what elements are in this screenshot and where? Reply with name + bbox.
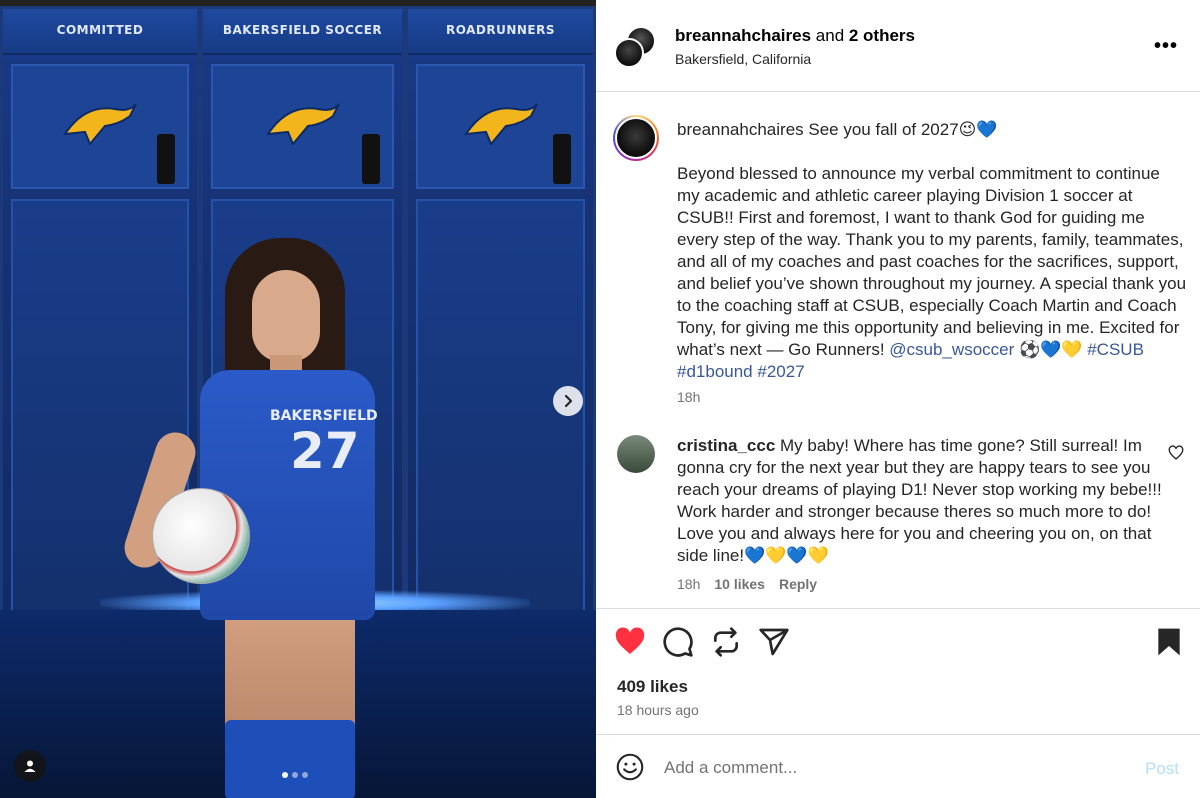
roadrunner-logo-icon [463,103,538,146]
like-heart-icon[interactable] [614,626,646,658]
comment-username[interactable]: cristina_ccc [677,436,775,455]
emoji-icon[interactable] [616,753,644,781]
share-icon[interactable] [758,626,790,658]
post-comment-button[interactable]: Post [1145,759,1179,779]
locker-title-committed: COMMITTED [56,23,144,37]
more-icon: ••• [1154,35,1179,57]
tagged-users-button[interactable] [14,750,46,782]
comment-meta: 18h 10 likes Reply [677,576,817,592]
reply-button[interactable]: Reply [779,576,817,592]
player-socks [225,720,355,798]
comment-input[interactable] [664,753,1114,783]
carousel-dot [292,772,298,778]
locker-keypad [157,134,175,184]
locker-keypad [362,134,380,184]
caption-first-line: See you fall of 2027😉💙 [803,120,998,139]
comment-timestamp[interactable]: 18h [677,576,700,592]
repost-icon[interactable] [710,626,742,658]
post-header: breannahchaires and 2 others Bakersfield… [596,0,1200,92]
chevron-right-icon [564,394,573,408]
comment-body: My baby! Where has time gone? Still surr… [677,436,1162,565]
player-face [252,270,320,362]
locker-title-roadrunners: ROADRUNNERS [445,23,556,37]
carousel-dot [282,772,288,778]
caption: breannahchaires See you fall of 2027😉💙 B… [677,119,1187,383]
add-comment-bar: Post [596,734,1200,798]
comment-icon[interactable] [662,626,694,658]
header-authors: breannahchaires and 2 others [675,26,915,46]
save-bookmark-icon[interactable] [1153,626,1185,658]
mention-link[interactable]: @csub_wsoccer [889,340,1014,359]
hashtag-link[interactable]: #CSUB [1087,340,1144,359]
locker-title-bakersfield-soccer: BAKERSFIELD SOCCER [222,23,383,37]
post-photo[interactable]: COMMITTED BAKERSFIELD SOCCER ROADRUNNERS [0,0,596,798]
comments-section[interactable]: breannahchaires See you fall of 2027😉💙 B… [596,93,1200,608]
header-and-text: and [811,26,849,45]
soccer-ball [152,488,250,584]
hashtag-link[interactable]: #2027 [757,362,804,381]
comment-like-heart-icon[interactable] [1168,445,1184,461]
roadrunner-logo-icon [265,103,340,146]
caption-timestamp[interactable]: 18h [677,389,700,405]
action-bar: 409 likes 18 hours ago [596,608,1200,734]
player-figure: BAKERSFIELD 27 [119,230,440,798]
caption-avatar[interactable] [613,115,659,161]
post-details-panel: breannahchaires and 2 others Bakersfield… [596,0,1200,798]
carousel-dot [302,772,308,778]
avatar [614,38,644,68]
comment-avatar[interactable] [617,435,655,473]
next-photo-button[interactable] [553,386,583,416]
post-timestamp[interactable]: 18 hours ago [617,702,699,718]
likes-count[interactable]: 409 likes [617,677,688,697]
jersey-number: 27 [290,422,360,480]
locker-keypad [553,134,571,184]
caption-emojis: ⚽💙💛 [1014,340,1088,359]
user-icon [24,760,36,772]
hashtag-link[interactable]: #d1bound [677,362,753,381]
others-link[interactable]: 2 others [849,26,915,45]
author-username-link[interactable]: breannahchaires [675,26,811,45]
location-link[interactable]: Bakersfield, California [675,51,811,67]
more-options-button[interactable]: ••• [1154,36,1178,56]
comment-likes[interactable]: 10 likes [714,576,765,592]
carousel-indicator [282,772,308,778]
roadrunner-logo-icon [62,103,137,146]
collab-avatars[interactable] [614,26,658,70]
caption-username[interactable]: breannahchaires [677,120,804,139]
comment-text: cristina_ccc My baby! Where has time gon… [677,435,1167,567]
caption-body: Beyond blessed to announce my verbal com… [677,164,1187,359]
